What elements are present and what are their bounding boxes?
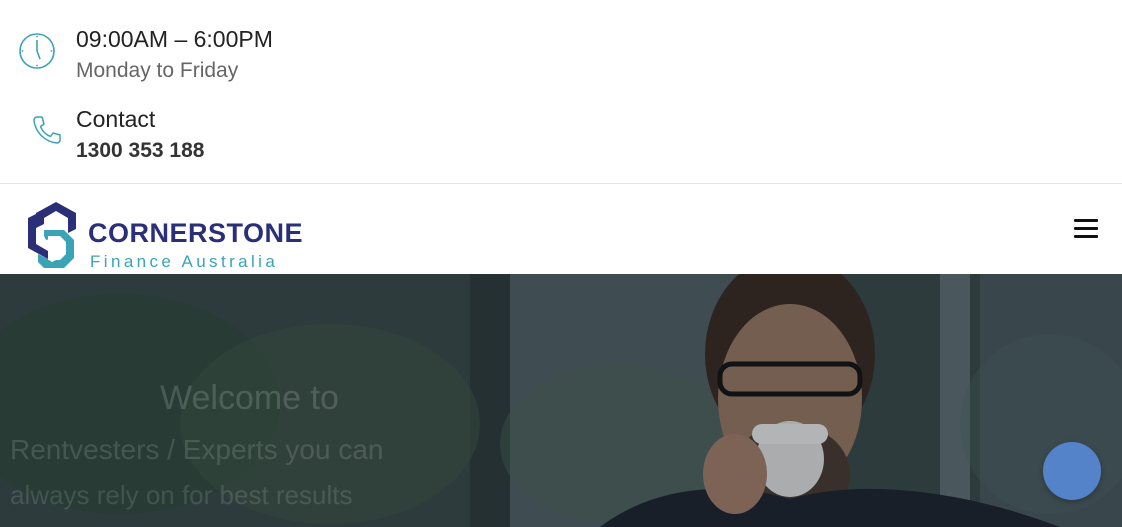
- business-hours: 09:00AM – 6:00PM Monday to Friday: [0, 24, 600, 94]
- phone-icon: [30, 113, 64, 147]
- hero-banner: Welcome to Rentvesters / Experts you can…: [0, 274, 1122, 527]
- chat-bubble-icon[interactable]: [1043, 442, 1101, 500]
- contact-label: Contact: [76, 106, 156, 132]
- contact-phone-link[interactable]: 1300 353 188: [76, 139, 204, 163]
- hero-subheading: Rentvesters / Experts you can: [10, 434, 384, 465]
- contact-info: Contact 1300 353 188: [0, 104, 600, 174]
- hero-text-overlay: Welcome to Rentvesters / Experts you can…: [0, 274, 1122, 527]
- hours-days: Monday to Friday: [76, 59, 239, 82]
- brand-logo[interactable]: CORNERSTONE Finance Australia: [18, 196, 303, 274]
- clock-icon: [17, 31, 57, 71]
- header-info-bar: 09:00AM – 6:00PM Monday to Friday Contac…: [0, 0, 1122, 183]
- hero-tagline: always rely on for best results: [10, 480, 353, 510]
- hero-heading: Welcome to: [160, 379, 339, 417]
- brand-name: CORNERSTONE: [88, 218, 304, 248]
- logo-mark-icon: [28, 202, 76, 268]
- hours-time: 09:00AM – 6:00PM: [76, 26, 273, 52]
- hamburger-menu-icon[interactable]: [1068, 214, 1104, 244]
- brand-tagline: Finance Australia: [90, 252, 279, 271]
- main-navbar: CORNERSTONE Finance Australia: [0, 184, 1122, 274]
